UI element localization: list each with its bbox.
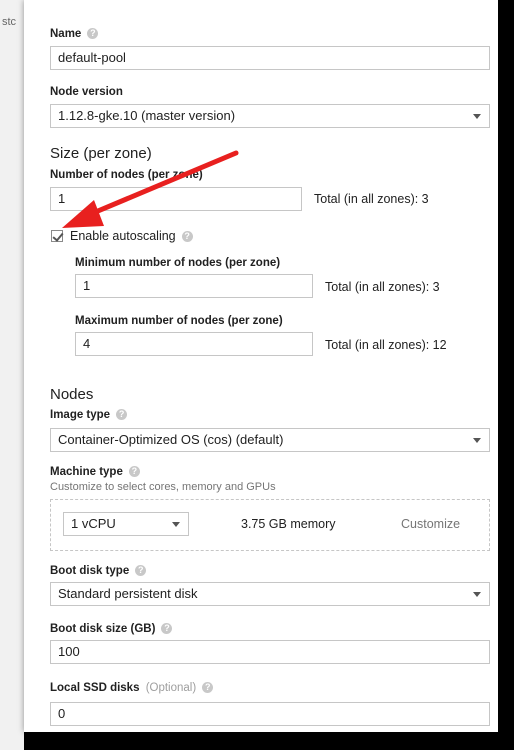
checkmark-icon <box>52 230 64 242</box>
image-type-select[interactable]: Container-Optimized OS (cos) (default) <box>50 428 490 452</box>
nodes-section-heading: Nodes <box>50 386 94 403</box>
name-label-text: Name <box>50 28 82 40</box>
local-ssd-optional-text: (Optional) <box>145 682 197 694</box>
boot-disk-type-label: Boot disk type? <box>50 565 147 577</box>
name-label: Name? <box>50 28 99 40</box>
image-type-label-text: Image type <box>50 409 111 421</box>
help-icon[interactable]: ? <box>116 409 128 421</box>
background-stub-text: stc <box>2 16 17 28</box>
vcpu-value: 1 vCPU <box>71 516 116 531</box>
autoscaling-checkbox[interactable] <box>51 230 64 242</box>
help-icon[interactable]: ? <box>161 623 173 635</box>
chevron-down-icon <box>473 114 481 119</box>
chevron-down-icon <box>473 592 481 597</box>
image-type-label: Image type? <box>50 409 128 421</box>
local-ssd-input[interactable]: 0 <box>50 702 490 726</box>
memory-text: 3.75 GB memory <box>241 517 336 531</box>
max-nodes-label: Maximum number of nodes (per zone) <box>75 315 283 327</box>
node-version-label: Node version <box>50 86 123 98</box>
boot-disk-size-label-text: Boot disk size (GB) <box>50 623 156 635</box>
machine-type-hint: Customize to select cores, memory and GP… <box>50 481 276 493</box>
machine-type-box: 1 vCPU 3.75 GB memory Customize <box>50 499 490 551</box>
help-icon[interactable]: ? <box>87 28 99 40</box>
boot-disk-type-select[interactable]: Standard persistent disk <box>50 582 490 606</box>
num-nodes-label: Number of nodes (per zone) <box>50 169 203 181</box>
boot-disk-type-value: Standard persistent disk <box>58 586 198 601</box>
machine-type-label-text: Machine type <box>50 466 123 478</box>
help-icon[interactable]: ? <box>181 231 193 243</box>
min-nodes-total: Total (in all zones): 3 <box>325 280 440 294</box>
image-type-value: Container-Optimized OS (cos) (default) <box>58 432 284 447</box>
local-ssd-label: Local SSD disks (Optional)? <box>50 682 214 694</box>
max-nodes-input[interactable]: 4 <box>75 332 313 356</box>
chevron-down-icon <box>172 522 180 527</box>
local-ssd-label-text: Local SSD disks <box>50 682 140 694</box>
boot-disk-size-input[interactable]: 100 <box>50 640 490 664</box>
autoscaling-label-text: Enable autoscaling <box>70 229 176 243</box>
node-version-select[interactable]: 1.12.8-gke.10 (master version) <box>50 104 490 128</box>
num-nodes-total: Total (in all zones): 3 <box>314 192 429 206</box>
customize-button[interactable]: Customize <box>401 517 460 531</box>
node-version-value: 1.12.8-gke.10 (master version) <box>58 108 236 123</box>
machine-type-label: Machine type? <box>50 466 140 478</box>
vcpu-select[interactable]: 1 vCPU <box>63 512 189 536</box>
boot-disk-type-label-text: Boot disk type <box>50 565 130 577</box>
num-nodes-input[interactable]: 1 <box>50 187 302 211</box>
node-pool-form-panel: Name? default-pool Node version 1.12.8-g… <box>24 0 498 732</box>
chevron-down-icon <box>473 438 481 443</box>
help-icon[interactable]: ? <box>135 565 147 577</box>
size-section-heading: Size (per zone) <box>50 145 152 162</box>
background-page-strip: stc <box>0 0 24 750</box>
help-icon[interactable]: ? <box>202 682 214 694</box>
autoscaling-label: Enable autoscaling? <box>70 229 193 243</box>
name-input[interactable]: default-pool <box>50 46 490 70</box>
boot-disk-size-label: Boot disk size (GB)? <box>50 623 173 635</box>
help-icon[interactable]: ? <box>128 466 140 478</box>
min-nodes-label: Minimum number of nodes (per zone) <box>75 257 281 269</box>
min-nodes-input[interactable]: 1 <box>75 274 313 298</box>
max-nodes-total: Total (in all zones): 12 <box>325 338 447 352</box>
